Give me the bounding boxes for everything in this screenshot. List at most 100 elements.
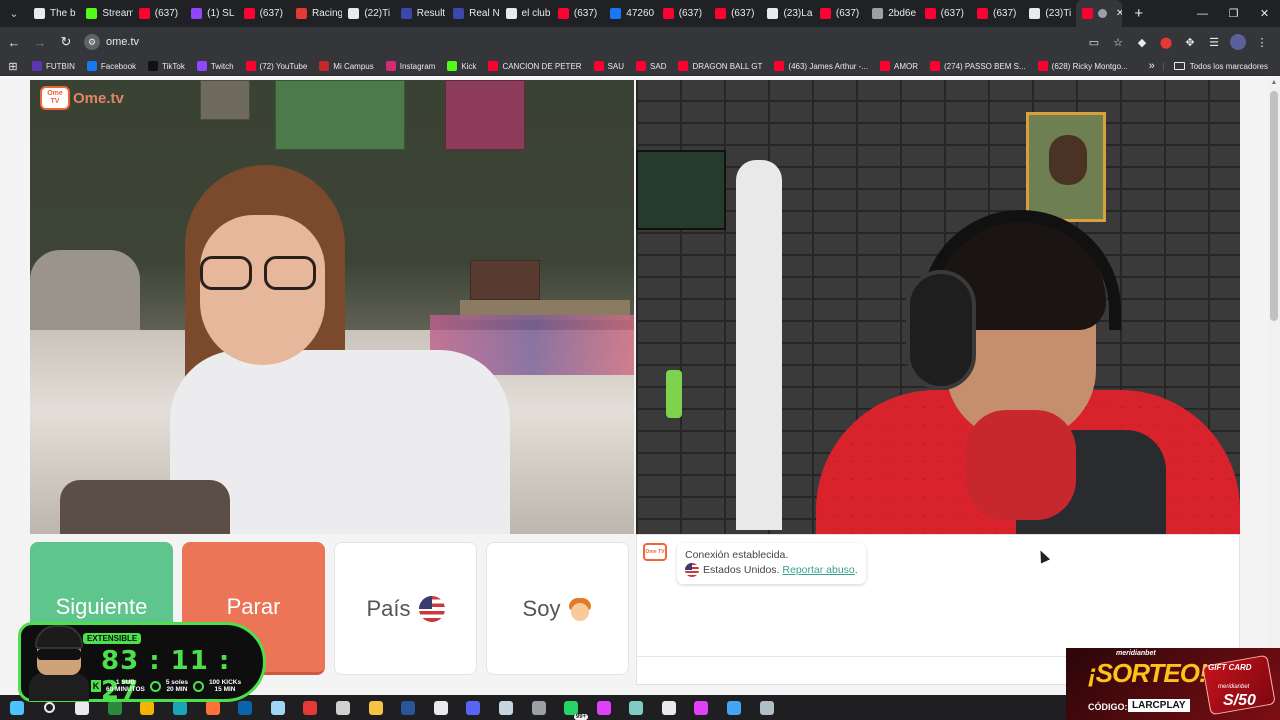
bookmark-item[interactable]: DRAGON BALL GT (672, 57, 768, 76)
bookmark-item[interactable]: TikTok (142, 57, 191, 76)
cast-icon[interactable]: ▭ (1086, 34, 1102, 50)
browser-tab[interactable]: (637) (709, 0, 761, 27)
discord-icon[interactable] (462, 697, 484, 719)
browser-tab[interactable]: (637) (814, 0, 866, 27)
bookmark-item[interactable]: (72) YouTube (240, 57, 314, 76)
photos-icon[interactable] (267, 697, 289, 719)
tab-search-icon[interactable]: ⌄ (0, 0, 28, 27)
bookmark-item[interactable]: Kick (441, 57, 482, 76)
youtube-icon (977, 8, 989, 19)
browser-tab[interactable]: 2bd6e (866, 0, 918, 27)
steam-icon[interactable] (495, 697, 517, 719)
url-text[interactable]: ome.tv (106, 36, 139, 48)
bookmark-item[interactable]: (274) PASSO BEM S... (924, 57, 1032, 76)
apps-grid-icon[interactable]: ⊞ (0, 60, 26, 73)
browser-tab[interactable]: (1) SL (185, 0, 237, 27)
browser-tab[interactable]: (637) (238, 0, 290, 27)
browser-tab[interactable]: (23)La (761, 0, 813, 27)
ometv-page: Ome TV Ome.tv Siguiente Parar País Soy O… (0, 77, 1268, 695)
bookmark-item[interactable]: SAD (630, 57, 672, 76)
bookmark-item[interactable]: Instagram (380, 57, 442, 76)
browser-tab[interactable]: The b (28, 0, 80, 27)
browser-menu-icon[interactable]: ⋮ (1254, 34, 1270, 50)
restore-icon[interactable]: ❐ (1218, 0, 1249, 27)
bookmark-item[interactable]: AMOR (874, 57, 924, 76)
back-button[interactable]: ← (2, 30, 26, 54)
app-dark-icon[interactable] (430, 697, 452, 719)
promiedos-icon (400, 8, 412, 19)
bookmark-item[interactable]: CANCION DE PETER (482, 57, 587, 76)
browser-tab[interactable]: Result (395, 0, 447, 27)
browser-tab[interactable]: (23)Ti (1023, 0, 1075, 27)
bookmark-item[interactable]: FUTBIN (26, 57, 81, 76)
profile-avatar[interactable] (1230, 34, 1246, 50)
browser-tab[interactable]: (22)Ti (342, 0, 394, 27)
bookmark-item[interactable]: (463) James Arthur -... (768, 57, 874, 76)
app-circle-icon[interactable] (658, 697, 680, 719)
spiderman-glove (966, 410, 1076, 520)
app-red-icon[interactable] (299, 697, 321, 719)
browser-tab[interactable]: Racing (290, 0, 342, 27)
futbin-icon (32, 61, 42, 71)
youtube-icon (662, 8, 674, 19)
notes-icon[interactable] (625, 697, 647, 719)
ometv-logo[interactable]: Ome TV Ome.tv (40, 86, 124, 110)
browser-tab[interactable]: (637) (971, 0, 1023, 27)
explorer-icon[interactable] (365, 697, 387, 719)
wall-poster (470, 260, 540, 300)
calculator-icon[interactable] (528, 697, 550, 719)
tab-label: 2bd6e (888, 8, 917, 19)
more-bookmarks-icon[interactable]: » (1141, 60, 1163, 72)
word-icon[interactable] (397, 697, 419, 719)
bookmark-item[interactable]: (628) Ricky Montgo... (1032, 57, 1134, 76)
scroll-thumb[interactable] (1270, 91, 1278, 321)
close-window-icon[interactable]: ✕ (1249, 0, 1280, 27)
browser-tab[interactable]: (637) (552, 0, 604, 27)
recording-icon (1097, 9, 1107, 18)
tiktok-icon (148, 61, 159, 71)
sponsor-ad-overlay: meridianbet ¡SORTEO! CÓDIGO: LARCPLAY GI… (1066, 648, 1280, 720)
bookmark-item[interactable]: SAU (588, 57, 630, 76)
app-grey-icon[interactable] (756, 697, 778, 719)
browser-tab[interactable]: (637) (919, 0, 971, 27)
app-blue-icon[interactable] (723, 697, 745, 719)
ad-brand: meridianbet (1116, 650, 1156, 657)
extension-diamond-icon[interactable]: ◆ (1134, 34, 1150, 50)
country-filter-button[interactable]: País (334, 542, 477, 675)
extension-red-icon[interactable]: ⬤ (1158, 34, 1174, 50)
gender-button[interactable]: Soy (486, 542, 629, 675)
app-pink-icon[interactable] (593, 697, 615, 719)
tab-active-ometv[interactable]: ✕ (1075, 0, 1122, 27)
forward-button[interactable]: → (28, 30, 52, 54)
address-bar[interactable]: ⚙ ome.tv (84, 30, 1086, 54)
browser-tab[interactable]: (637) (657, 0, 709, 27)
all-bookmarks-button[interactable]: Todos los marcadores (1162, 61, 1280, 71)
tab-label: Result (416, 8, 446, 19)
report-abuse-link[interactable]: Reportar abuso (782, 564, 854, 576)
country-button-label: País (366, 595, 411, 621)
tab-label: el club (521, 8, 551, 19)
bookmark-item[interactable]: Facebook (81, 57, 142, 76)
extensions-puzzle-icon[interactable]: ✥ (1182, 34, 1198, 50)
browser-tab[interactable]: Stream (80, 0, 133, 27)
tiktok-icon (348, 8, 360, 19)
page-scrollbar[interactable]: ▲ ▼ (1268, 77, 1280, 695)
whatsapp-icon[interactable]: 99+ (560, 697, 589, 720)
scroll-up-icon[interactable]: ▲ (1268, 77, 1280, 89)
minimize-icon[interactable]: — (1187, 0, 1218, 27)
app-magenta-icon[interactable] (690, 697, 712, 719)
browser-tab[interactable]: 47260 (604, 0, 656, 27)
bookmark-star-icon[interactable]: ☆ (1110, 34, 1126, 50)
bookmark-item[interactable]: Mi Campus (313, 57, 379, 76)
site-info-icon[interactable]: ⚙ (84, 34, 100, 50)
bookmark-item[interactable]: Twitch (191, 57, 240, 76)
reading-list-icon[interactable]: ☰ (1206, 34, 1222, 50)
new-tab-button[interactable]: + (1128, 5, 1150, 22)
close-tab-icon[interactable]: ✕ (1116, 8, 1122, 19)
browser-tab[interactable]: Real N (447, 0, 500, 27)
browser-tab[interactable]: (637) (133, 0, 185, 27)
browser-tab[interactable]: el club (500, 0, 552, 27)
obs-icon[interactable] (332, 697, 354, 719)
reload-button[interactable]: ↻ (54, 30, 78, 54)
instagram-icon (385, 61, 396, 71)
